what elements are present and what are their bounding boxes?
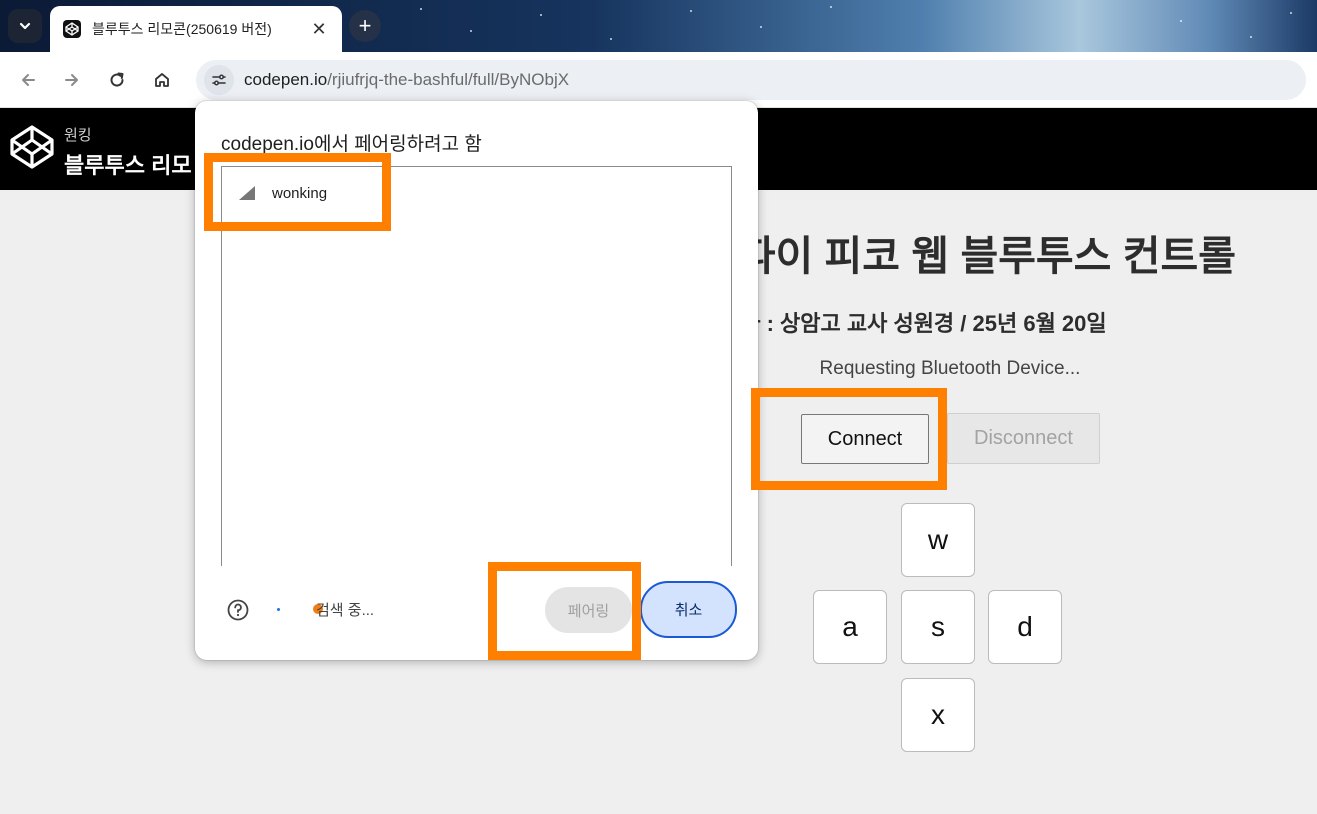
star-decoration — [1250, 36, 1252, 38]
codepen-logo-icon[interactable] — [9, 124, 55, 170]
arrow-left-icon — [22, 74, 35, 86]
scanning-status: 검색 중... — [316, 602, 375, 619]
home-icon — [155, 73, 169, 87]
url-path: /rjiufrjq-the-bashful/full/ByNObjX — [327, 70, 570, 89]
dialog-title: codepen.io에서 페어링하려고 함 — [221, 134, 482, 155]
disconnect-button[interactable]: Disconnect — [947, 413, 1100, 464]
key-s-button[interactable]: s — [901, 590, 975, 664]
home-button[interactable] — [148, 66, 176, 94]
reload-icon — [110, 72, 124, 87]
highlight-device-box — [204, 153, 391, 231]
key-a-button[interactable]: a — [813, 590, 887, 664]
address-bar[interactable]: codepen.io /rjiufrjq-the-bashful/full/By… — [196, 60, 1306, 100]
tab-close-icon[interactable]: ✕ — [308, 19, 330, 40]
star-decoration — [1290, 12, 1292, 14]
key-w-button[interactable]: w — [901, 503, 975, 577]
browser-toolbar: codepen.io /rjiufrjq-the-bashful/full/By… — [0, 52, 1317, 108]
new-tab-button[interactable]: + — [349, 10, 381, 42]
url-domain: codepen.io — [244, 70, 328, 89]
chevron-down-icon — [19, 22, 31, 30]
star-decoration — [690, 10, 692, 12]
site-info-icon[interactable] — [204, 65, 234, 95]
forward-button[interactable] — [58, 66, 86, 94]
author-line: 성자 : 상암고 교사 성원경 / 25년 6월 20일 — [720, 311, 1107, 336]
codepen-username[interactable]: 원킹 — [64, 124, 92, 145]
reload-button[interactable] — [103, 66, 131, 94]
key-x-button[interactable]: x — [901, 678, 975, 752]
star-decoration — [760, 26, 762, 28]
highlight-pair-box — [488, 562, 641, 660]
star-decoration — [540, 14, 542, 16]
arrow-right-icon — [65, 74, 78, 86]
page-title: 리파이 피코 웹 블루투스 컨트롤 — [700, 233, 1236, 279]
tab-title: 블루투스 리모콘(250619 버전) — [92, 21, 272, 37]
back-button[interactable] — [14, 66, 42, 94]
star-decoration — [420, 8, 422, 10]
key-d-button[interactable]: d — [988, 590, 1062, 664]
highlight-connect-box — [751, 388, 947, 490]
browser-tab-active[interactable]: 블루투스 리모콘(250619 버전) ✕ — [50, 6, 342, 52]
star-decoration — [830, 6, 832, 8]
tab-search-button[interactable] — [8, 9, 42, 43]
codepen-pen-title: 블루투스 리모 — [64, 153, 192, 178]
help-icon[interactable] — [227, 599, 249, 621]
connection-status: Requesting Bluetooth Device... — [819, 358, 1081, 379]
codepen-favicon-icon — [62, 19, 82, 39]
browser-tab-strip: 블루투스 리모콘(250619 버전) ✕ + — [0, 0, 1317, 52]
star-decoration — [610, 38, 612, 40]
star-decoration — [470, 30, 472, 32]
cancel-button[interactable]: 취소 — [640, 581, 737, 638]
star-decoration — [1180, 20, 1182, 22]
spinner-icon — [277, 608, 280, 611]
